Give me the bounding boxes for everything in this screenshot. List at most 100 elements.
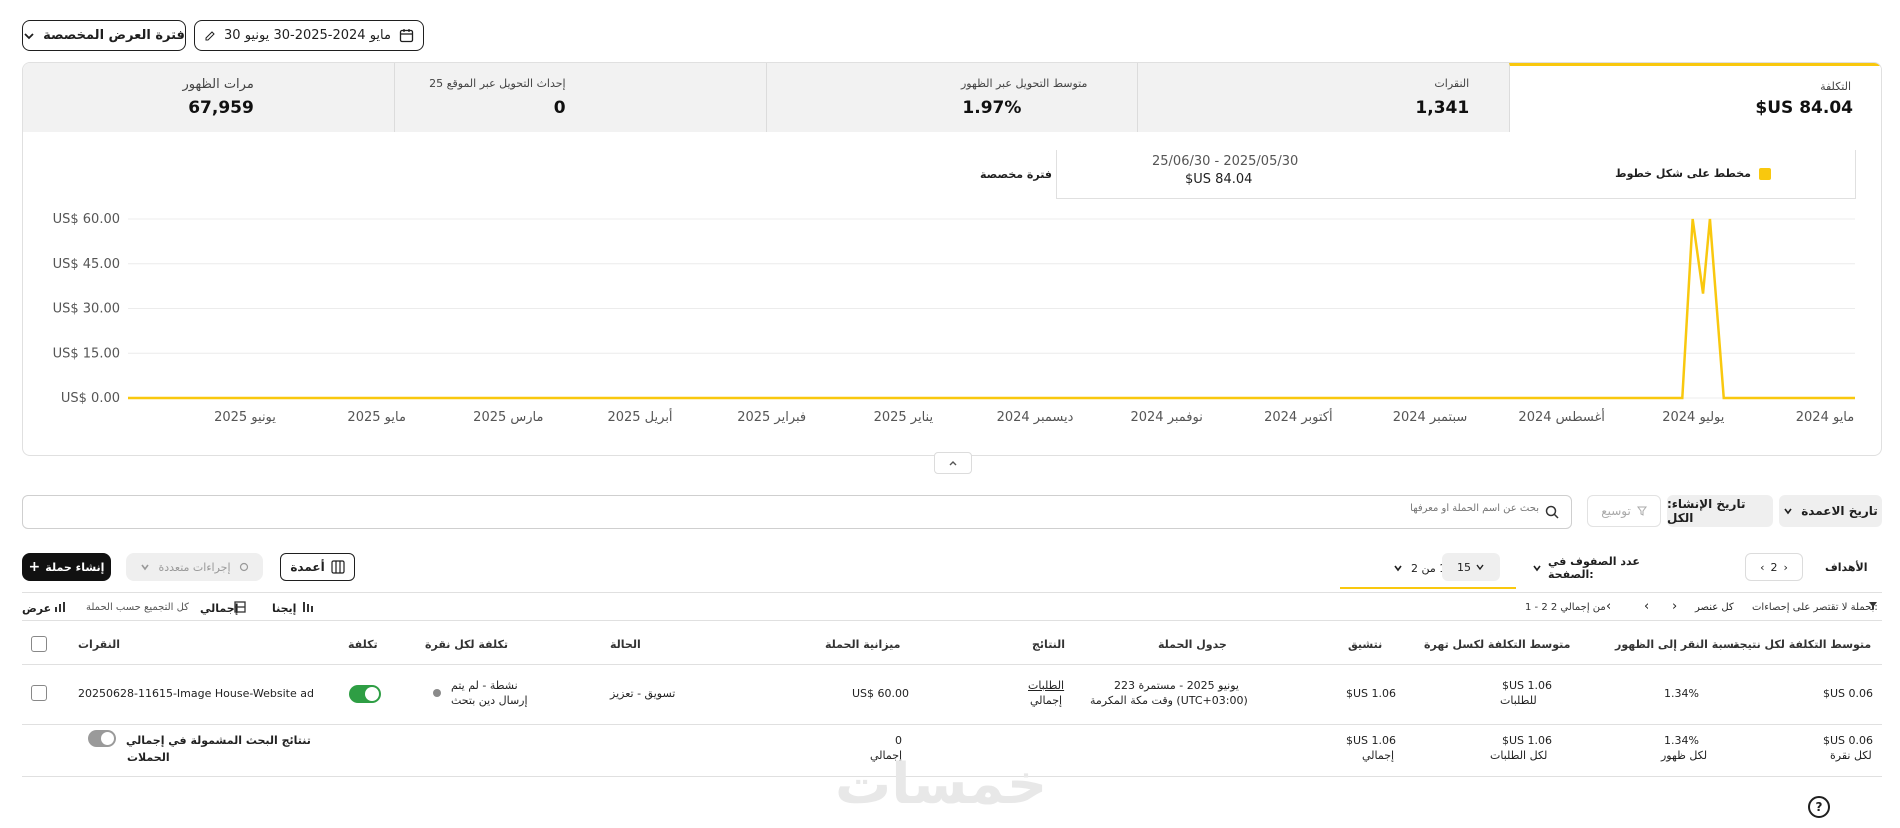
filter-action[interactable]: كل عنصر [1695,602,1734,613]
date-range-picker[interactable]: 30 مايو 2024-2025-30 يونيو [194,20,424,51]
chart-icon [54,601,66,613]
header-budget[interactable]: ميزانية الحملة [825,638,900,651]
metric-impressions-value: 67,959 [188,98,254,118]
details-label[interactable]: إيجنا [272,602,296,615]
header-cost-per-result[interactable]: متوسط التكلفة لكل نتيجة [1733,638,1871,651]
bar-icon [302,601,314,613]
totals-cost-per-result: $US 0.06 [1823,734,1874,747]
metric-impressions[interactable]: مرات الظهور 67,959 [23,63,394,132]
filter-label: بحملة لا تقتصر على إحصاءات: [1752,602,1878,613]
divider [22,620,1882,621]
header-avg-cost[interactable]: متوسط التكلفة لكسل تهرة [1424,638,1570,651]
metric-cost-label: التكلفة [1820,80,1851,93]
prev-page-icon[interactable]: ‹ [1644,599,1649,614]
header-name[interactable]: النقرات [78,638,120,651]
header-cpc[interactable]: تكلفة لكل نقرة [425,638,508,651]
active-tab-underline [1340,587,1516,589]
search-input[interactable] [339,503,1539,514]
view-period-dropdown[interactable]: فترة العرض المخصصة [22,20,186,51]
first-page-icon[interactable]: ‹ [1606,599,1611,614]
columns-label: أعمدة [290,560,325,574]
plus-icon: + [28,559,41,575]
chevron-down-icon [1532,563,1542,573]
header-cost[interactable]: تكلفة [348,638,378,651]
campaign-name[interactable]: 20250628-11615-Image House-Website ad [78,686,314,701]
list-icon [1475,562,1485,572]
metric-cost-value: $US 84.04 [1755,98,1853,118]
chevron-right-icon[interactable]: › [1784,561,1788,574]
row-avg-cost-sub: للطلبات [1500,694,1537,707]
chevron-down-icon [23,30,35,42]
create-campaign-label: إنشاء حملة [45,560,105,574]
results-sub: إجمالي [1030,694,1063,707]
toggle-knob [365,687,379,701]
multiple-actions-label: إجراءات متعددة [158,560,231,574]
columns-date-filter[interactable]: تاريخ الاعمدة [1779,495,1882,527]
legend-period-label: فترة مخصصة [980,168,1052,181]
totals-budget: 0 [895,734,902,747]
goal-label: الأهداف [1825,561,1868,574]
totals-label-line-1: تنتائج البحث المشمولة في إجمالي [126,734,311,747]
search-box[interactable] [22,495,1572,529]
calendar-icon [399,28,414,43]
campaign-toggle[interactable] [349,685,381,703]
select-all-checkbox[interactable] [31,636,47,652]
expand-button[interactable]: توسيع [1587,495,1661,527]
metric-conversion-rate-label: متوسط التحويل عبر الظهور [961,77,1088,90]
divider [22,592,1882,593]
table-icon [234,601,246,613]
group-by-label[interactable]: كل التجميع حسب الحملة [86,602,189,613]
totals-ctr-sub: لكل ظهور [1661,749,1708,762]
chevron-down-icon [1783,506,1793,516]
chevron-down-icon [1393,563,1403,573]
row-checkbox[interactable] [31,685,47,701]
multiple-actions-dropdown[interactable]: إجراءات متعددة [126,553,263,581]
legend-series-label: مخطط على شكل خطوط [1615,167,1751,180]
metric-cost[interactable]: التكلفة $US 84.04 [1509,63,1881,132]
creation-date-filter[interactable]: تاريخ الإنشاء: الكل [1667,495,1773,527]
metric-clicks-value: 1,341 [1415,98,1470,118]
status-dot [433,689,441,697]
total-label[interactable]: إجمالي [200,602,238,615]
header-impressions[interactable]: نتشيق [1348,638,1382,651]
collapse-chart-button[interactable] [934,452,972,474]
rows-per-page-select[interactable]: 15 [1442,553,1500,581]
totals-avg-cost-sub: لكل الطلبات [1490,749,1548,762]
results-link[interactable]: الطلبات [1028,678,1064,693]
page-navigator[interactable]: ‹ 2 › [1745,553,1803,581]
create-campaign-button[interactable]: + إنشاء حملة [22,553,111,581]
rows-per-page[interactable]: عدد الصفوف في الصفحة: [1532,555,1672,581]
header-ctr[interactable]: نسبة النقر إلى الظهور [1615,638,1738,651]
row-avg-cost: $US 1.06 [1502,679,1553,692]
header-schedule[interactable]: جدول الحملة [1158,638,1227,651]
metrics-strip: التكلفة $US 84.04 النقرات 1,341 متوسط ال… [22,62,1882,132]
totals-toggle[interactable] [88,730,116,747]
columns-date-label: تاريخ الاعمدة [1801,504,1878,518]
help-button[interactable]: ? [1808,796,1830,818]
metric-conversion-rate[interactable]: متوسط التحويل عبر الظهور 1.97% [765,63,1138,132]
search-icon [1545,505,1559,519]
metric-clicks[interactable]: النقرات 1,341 [1137,63,1510,132]
next-page-icon[interactable]: › [1672,599,1677,614]
toggle-knob [100,731,115,746]
rows-per-page-value: 15 [1457,560,1471,574]
legend-range: 25/06/30 - 2025/05/30 [1152,154,1299,169]
columns-icon [331,560,345,574]
campaign-type: تسويق - تعزيز [610,687,676,700]
metric-conversions-label: 25 إحداث التحويل عبر الموقع [429,77,566,90]
view-label[interactable]: عرض [22,602,51,615]
filter-icon[interactable] [1868,601,1878,611]
metric-impressions-label: مرات الظهور [182,77,254,92]
metric-conversion-rate-value: 1.97% [962,98,1022,118]
row-ctr: 1.34% [1664,687,1699,700]
divider [22,664,1882,665]
status-line-1: نشطة - لم يتم [451,679,518,692]
chevron-left-icon[interactable]: ‹ [1760,561,1764,574]
date-range-label: 30 مايو 2024-2025-30 يونيو [224,28,391,43]
header-results[interactable]: النتائج [1032,638,1065,651]
metric-conversions[interactable]: 25 إحداث التحويل عبر الموقع 0 [393,63,766,132]
columns-button[interactable]: أعمدة [280,553,355,581]
header-status[interactable]: الحالة [610,638,641,651]
totals-cost-per-result-sub: لكل نقرة [1830,749,1872,762]
row-cost-per-result: $US 0.06 [1823,687,1874,700]
